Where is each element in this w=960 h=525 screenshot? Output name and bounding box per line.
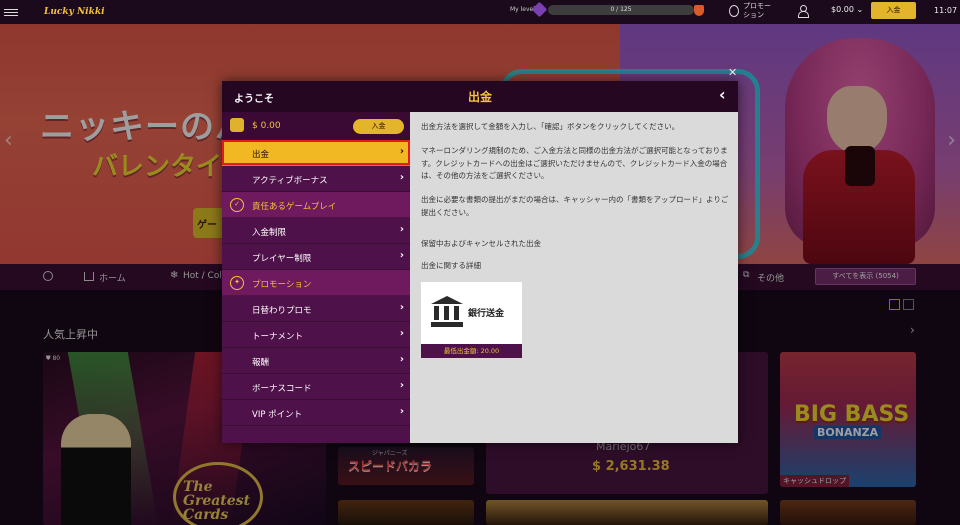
close-icon[interactable]: ✕ — [728, 66, 737, 79]
balance-dropdown[interactable]: $0.00 ⌄ — [831, 5, 863, 14]
pending-withdrawals-link[interactable]: 保留中およびキャンセルされた出金 — [421, 238, 729, 251]
promotion-icon[interactable] — [729, 5, 739, 17]
level-gem-icon — [531, 1, 548, 18]
document-notice-text: 出金に必要な書類の提出がまだの場合は、キャッシャー内の「書類をアップロード」より… — [421, 195, 729, 217]
chevron-right-icon: › — [399, 172, 404, 183]
withdraw-details-link[interactable]: 出金に関する詳細 — [421, 260, 729, 273]
menu-section-promotions[interactable]: ✦ プロモーション — [222, 270, 410, 296]
hamburger-menu-icon[interactable] — [4, 7, 18, 18]
chevron-right-icon: › — [399, 302, 404, 313]
chevron-down-icon: ⌄ — [856, 5, 864, 14]
back-chevron-icon[interactable]: ‹ — [719, 85, 726, 104]
wallet-balance: $ 0.00 — [252, 121, 281, 131]
top-bar: Lucky Nikki My level 0 / 125 プロモー ション $0… — [0, 0, 960, 24]
bank-transfer-option[interactable]: 銀行送金 最低出金額: 20.00 — [421, 282, 522, 358]
coins-icon — [230, 118, 244, 132]
menu-item-deposit-limits[interactable]: 入金制限 › — [222, 218, 410, 244]
deposit-button[interactable]: 入金 — [871, 2, 916, 19]
wallet-deposit-button[interactable]: 入金 — [353, 119, 404, 134]
chevron-right-icon: › — [399, 146, 404, 157]
responsible-gaming-icon: ✓ — [230, 198, 244, 212]
level-progress-bar: 0 / 125 — [548, 5, 694, 15]
site-logo[interactable]: Lucky Nikki — [44, 7, 105, 17]
menu-item-withdraw[interactable]: 出金 › — [222, 140, 410, 166]
promotion-link[interactable]: プロモー ション — [743, 2, 771, 20]
menu-item-bonus-code[interactable]: ボーナスコード › — [222, 374, 410, 400]
menu-item-rewards[interactable]: 報酬 › — [222, 348, 410, 374]
menu-item-vip-points[interactable]: VIP ポイント › — [222, 400, 410, 426]
menu-section-responsible-gaming[interactable]: ✓ 責任あるゲームプレイ — [222, 192, 410, 218]
chevron-right-icon: › — [399, 406, 404, 417]
clock: 11:07 — [934, 6, 958, 15]
chevron-right-icon: › — [399, 224, 404, 235]
menu-item-daily-promo[interactable]: 日替わりプロモ › — [222, 296, 410, 322]
megaphone-icon: ✦ — [230, 276, 244, 290]
chevron-right-icon: › — [399, 354, 404, 365]
menu-item-player-limits[interactable]: プレイヤー制限 › — [222, 244, 410, 270]
bank-transfer-label: 銀行送金 — [468, 309, 505, 319]
min-withdraw-amount: 最低出金額: 20.00 — [421, 344, 522, 358]
bank-icon — [431, 296, 463, 328]
modal-side-menu: $ 0.00 入金 出金 › アクティブボーナス › ✓ 責任あるゲームプレイ 入金… — [222, 112, 410, 443]
instruction-text: 出金方法を選択して金額を入力し、「確認」ボタンをクリックしてください。 — [421, 122, 680, 131]
withdraw-content: 出金方法を選択して金額を入力し、「確認」ボタンをクリックしてください。 マネーロ… — [410, 112, 738, 443]
page: Lucky Nikki My level 0 / 125 プロモー ション $0… — [0, 0, 960, 525]
wallet-row: $ 0.00 入金 — [222, 112, 410, 140]
chevron-right-icon: › — [399, 250, 404, 261]
aml-notice-text: マネーロンダリング規制のため、ご入金方法と同様の出金方法がご選択可能となっており… — [421, 146, 728, 180]
user-icon[interactable] — [798, 5, 809, 18]
welcome-label: ようこそ — [234, 94, 274, 105]
level-badge-icon — [694, 5, 704, 16]
menu-item-tournament[interactable]: トーナメント › — [222, 322, 410, 348]
modal-title: 出金 — [467, 90, 492, 104]
chevron-right-icon: › — [399, 380, 404, 391]
balance-value: $0.00 — [831, 5, 854, 14]
menu-item-active-bonus[interactable]: アクティブボーナス › — [222, 166, 410, 192]
modal-header: 出金 ようこそ ‹ — [222, 81, 738, 112]
cashier-modal: 出金 ようこそ ‹ $ 0.00 入金 出金 › アクティブボーナス › ✓ 責任あ… — [222, 81, 738, 443]
chevron-right-icon: › — [399, 328, 404, 339]
